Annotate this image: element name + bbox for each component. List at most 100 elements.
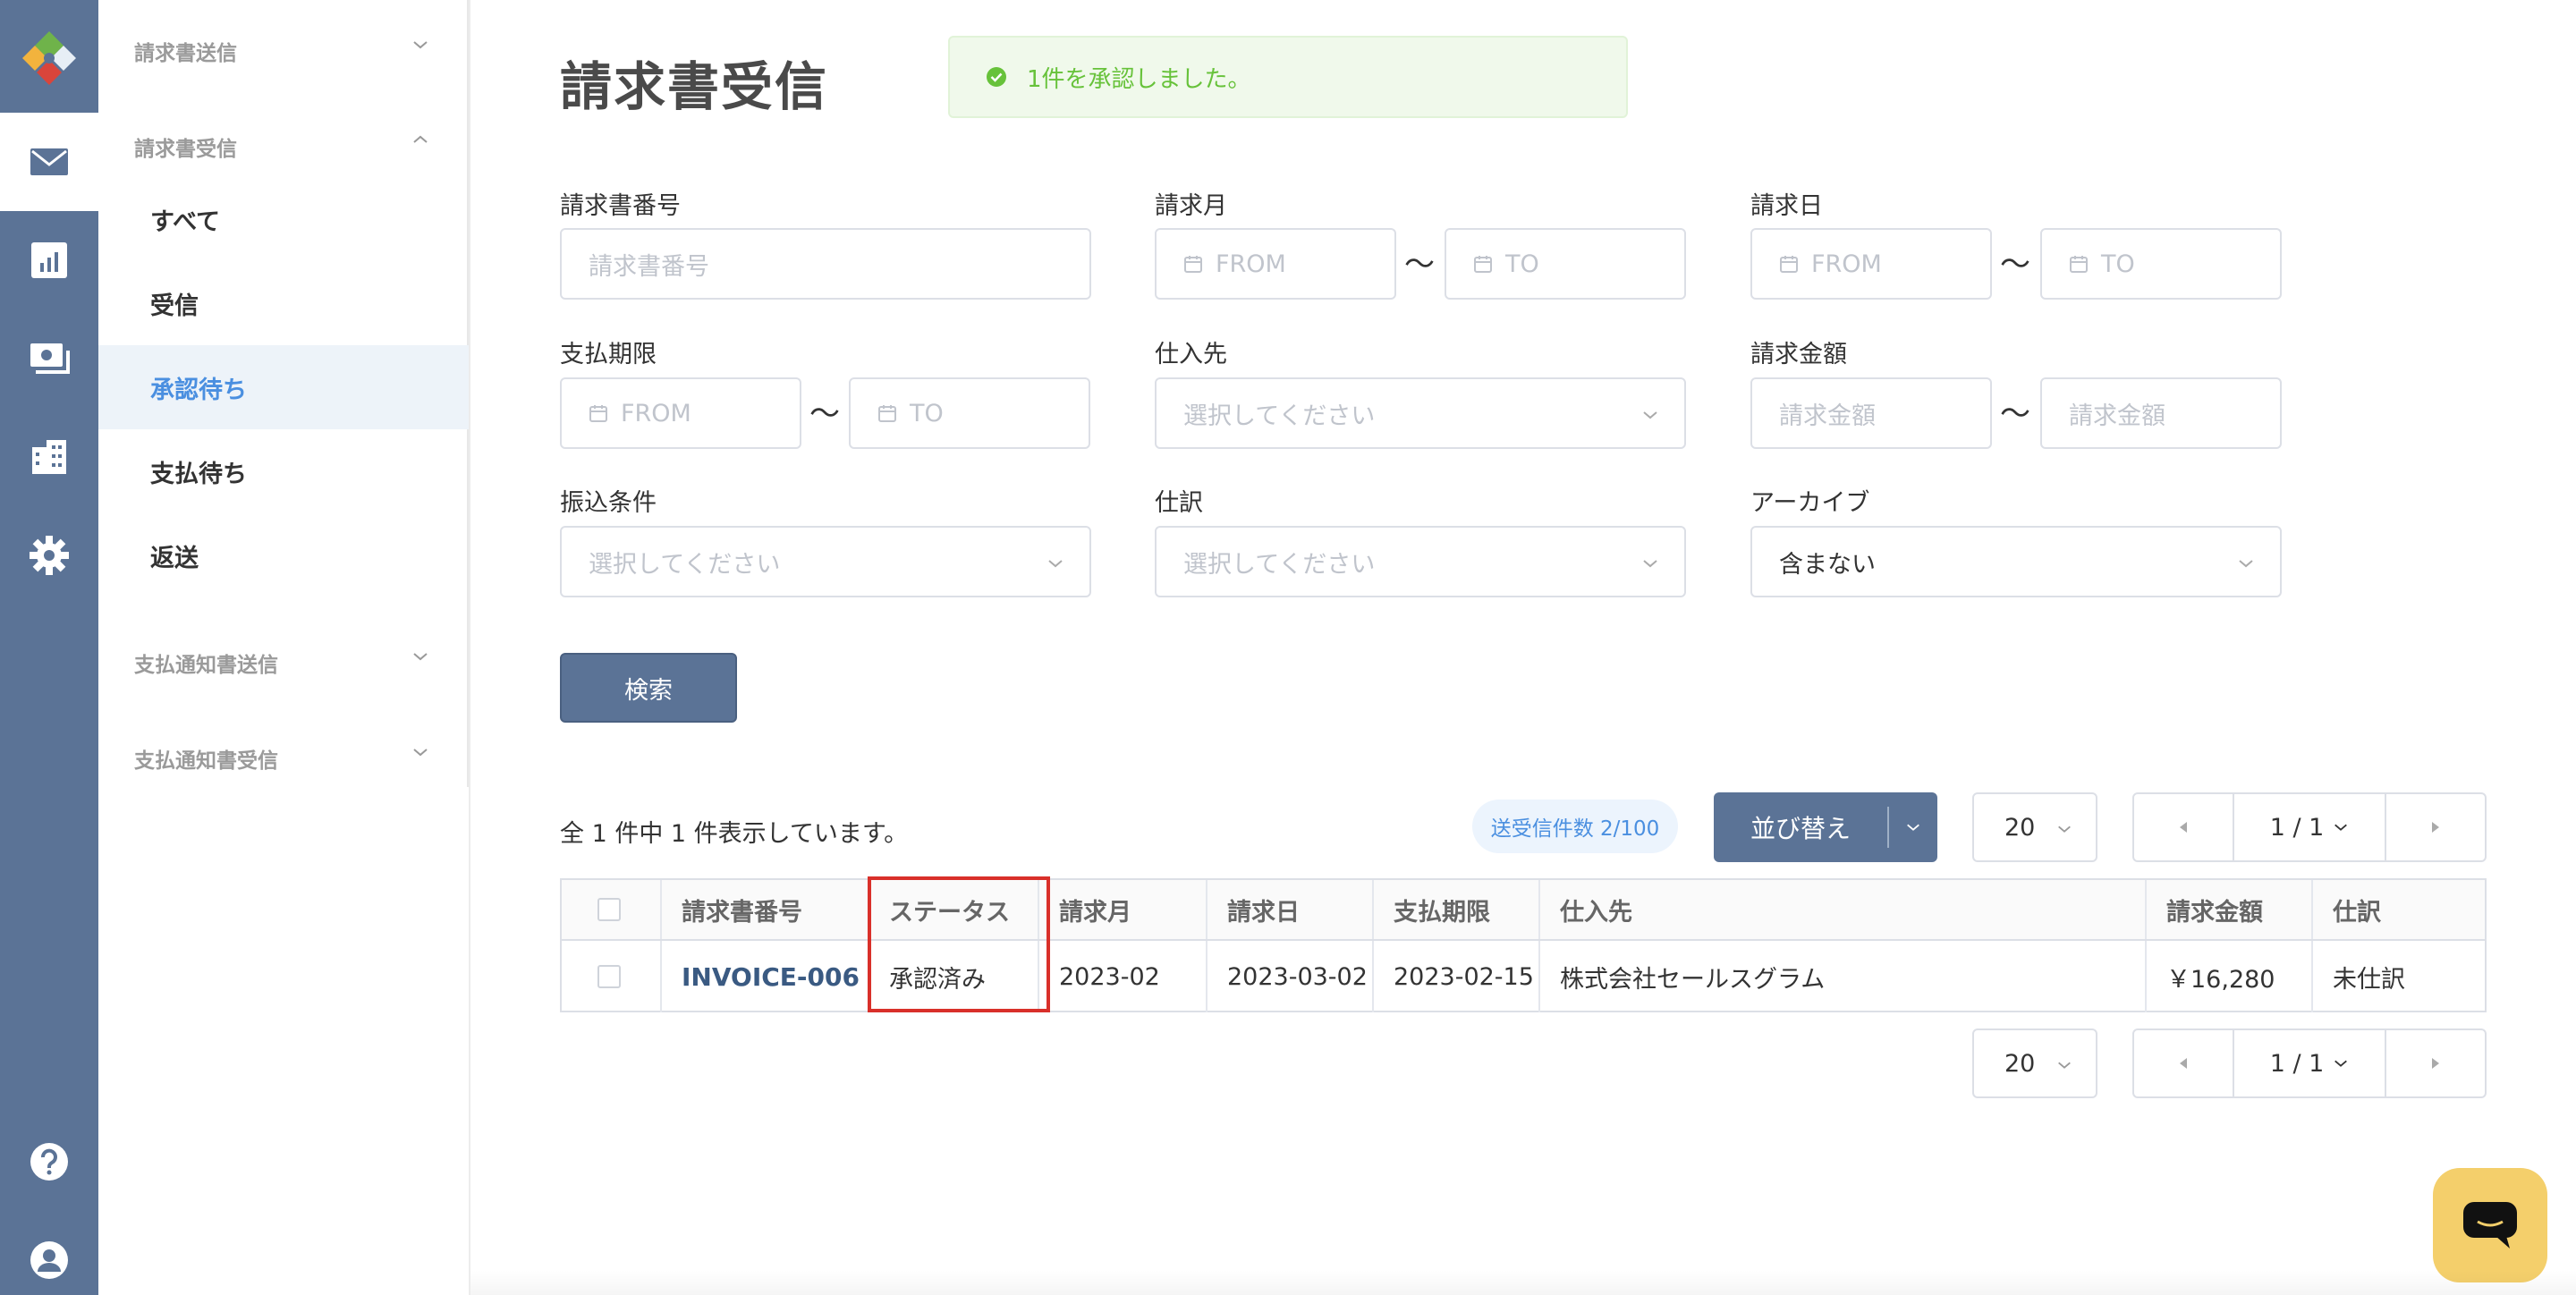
caret-left-icon — [2180, 1058, 2187, 1069]
toast-message: 1件を承認しました。 — [1027, 65, 1251, 93]
success-toast: 1件を承認しました。 — [948, 36, 1628, 118]
cell-journal: 未仕訳 — [2333, 965, 2405, 994]
header-journal[interactable]: 仕訳 — [2313, 880, 2485, 939]
app-logo[interactable] — [0, 0, 98, 116]
amount-label: 請求金額 — [1750, 341, 1847, 368]
range-separator: 〜 — [2000, 396, 2030, 432]
archive-label: アーカイブ — [1750, 489, 1870, 517]
quota-badge: 送受信件数 2/100 — [1472, 800, 1678, 853]
next-page-button[interactable] — [2386, 1030, 2485, 1096]
mail-icon — [30, 148, 68, 175]
amount-max-input[interactable]: 請求金額 — [2040, 377, 2282, 449]
money-icon — [30, 343, 70, 374]
select-all-checkbox[interactable] — [597, 898, 621, 921]
chevron-down-icon[interactable] — [411, 648, 429, 665]
sidebar-item-all[interactable]: すべて — [98, 177, 469, 261]
prev-page-button[interactable] — [2134, 1030, 2233, 1096]
header-invoice-no[interactable]: 請求書番号 — [662, 880, 869, 939]
sidebar-item-returned[interactable]: 返送 — [98, 513, 469, 597]
billing-month-to-input[interactable]: TO — [1445, 228, 1686, 300]
next-page-button[interactable] — [2386, 794, 2485, 860]
sidebar-group-payment-receive[interactable]: 支払通知書受信 — [134, 743, 278, 774]
sort-button-label: 並び替え — [1750, 814, 1851, 843]
sidebar-group-invoice-send[interactable]: 請求書送信 — [134, 36, 237, 66]
chevron-down-icon — [1643, 411, 1657, 419]
sidebar-item-awaiting-payment[interactable]: 支払待ち — [98, 429, 469, 513]
transfer-terms-select[interactable]: 選択してください — [560, 526, 1091, 597]
amount-min-input[interactable]: 請求金額 — [1750, 377, 1992, 449]
range-separator: 〜 — [809, 396, 840, 432]
header-amount[interactable]: 請求金額 — [2147, 880, 2313, 939]
logo-icon — [22, 31, 76, 85]
cell-supplier: 株式会社セールスグラム — [1540, 941, 2147, 1012]
caret-right-icon — [2432, 1058, 2439, 1069]
supplier-label: 仕入先 — [1155, 341, 1227, 368]
invoice-table: 請求書番号 ステータス 請求月 請求日 支払期限 仕入先 請求金額 仕訳 INV… — [560, 878, 2487, 1012]
header-select-all-cell — [562, 880, 662, 939]
sort-button[interactable]: 並び替え — [1714, 792, 1937, 862]
rail-invoice-button[interactable] — [0, 113, 98, 211]
sidebar: 請求書送信 請求書受信 すべて 受信 承認待ち 支払待ち 返送 支払通知書送信 … — [98, 0, 469, 787]
invoice-number-input[interactable]: 請求書番号 — [560, 228, 1091, 300]
prev-page-button[interactable] — [2134, 794, 2233, 860]
page-select[interactable]: 1 / 1 — [2233, 794, 2386, 860]
sidebar-group-invoice-receive[interactable]: 請求書受信 — [134, 131, 237, 162]
payment-due-from-input[interactable]: FROM — [560, 377, 801, 449]
supplier-select[interactable]: 選択してください — [1155, 377, 1686, 449]
caret-right-icon — [2432, 822, 2439, 833]
per-page-select-bottom[interactable]: 20 — [1972, 1028, 2097, 1098]
calendar-icon — [1474, 256, 1492, 273]
sidebar-item-received[interactable]: 受信 — [98, 261, 469, 345]
journal-select[interactable]: 選択してください — [1155, 526, 1686, 597]
chat-icon — [2463, 1202, 2517, 1248]
invoice-number-label: 請求書番号 — [560, 192, 681, 220]
rail-payment-button[interactable] — [0, 309, 98, 408]
header-due-date[interactable]: 支払期限 — [1374, 880, 1540, 939]
archive-select[interactable]: 含まない — [1750, 526, 2282, 597]
chevron-down-icon — [2058, 1062, 2071, 1069]
rail-settings-button[interactable] — [0, 506, 98, 605]
caret-left-icon — [2180, 822, 2187, 833]
row-select-cell — [562, 941, 662, 1012]
chevron-down-icon[interactable] — [411, 36, 429, 54]
rail-account-button[interactable] — [0, 1211, 98, 1295]
transfer-terms-label: 振込条件 — [560, 489, 657, 517]
cell-due-date: 2023-02-15 — [1374, 941, 1540, 1012]
header-billing-date[interactable]: 請求日 — [1208, 880, 1374, 939]
payment-due-to-input[interactable]: TO — [849, 377, 1090, 449]
rail-help-button[interactable] — [0, 1113, 98, 1211]
main-separator — [469, 0, 470, 1295]
range-separator: 〜 — [1404, 247, 1435, 283]
help-icon — [30, 1143, 68, 1181]
range-separator: 〜 — [2000, 247, 2030, 283]
calendar-icon — [2070, 256, 2088, 273]
cell-amount: ￥16,280 — [2147, 941, 2313, 1012]
billing-month-from-input[interactable]: FROM — [1155, 228, 1396, 300]
bottom-shadow — [470, 1270, 2576, 1295]
header-billing-month[interactable]: 請求月 — [1039, 880, 1208, 939]
page-select[interactable]: 1 / 1 — [2233, 1030, 2386, 1096]
rail-report-button[interactable] — [0, 211, 98, 309]
chevron-down-icon — [2334, 824, 2348, 831]
billing-date-from-input[interactable]: FROM — [1750, 228, 1992, 300]
rail-company-button[interactable] — [0, 408, 98, 506]
table-row[interactable]: INVOICE-006 承認済み 2023-02 2023-03-02 2023… — [562, 941, 2485, 1012]
sidebar-group-payment-send[interactable]: 支払通知書送信 — [134, 648, 278, 678]
chevron-down-icon — [2334, 1060, 2348, 1067]
chevron-down-icon — [1907, 824, 1919, 831]
building-icon — [32, 440, 66, 474]
invoice-link[interactable]: INVOICE-006 — [682, 962, 860, 992]
billing-date-to-input[interactable]: TO — [2040, 228, 2282, 300]
sidebar-item-awaiting-approval[interactable]: 承認待ち — [98, 345, 469, 429]
search-button[interactable]: 検索 — [560, 653, 737, 723]
per-page-select-top[interactable]: 20 — [1972, 792, 2097, 862]
sort-dropdown-toggle[interactable] — [1889, 819, 1937, 835]
row-checkbox[interactable] — [597, 965, 621, 988]
chat-widget-button[interactable] — [2433, 1168, 2547, 1282]
calendar-icon — [1184, 256, 1202, 273]
chevron-up-icon[interactable] — [411, 131, 429, 148]
header-supplier[interactable]: 仕入先 — [1540, 880, 2147, 939]
cell-billing-month: 2023-02 — [1039, 941, 1208, 1012]
chevron-down-icon[interactable] — [411, 743, 429, 761]
icon-rail — [0, 0, 98, 1295]
